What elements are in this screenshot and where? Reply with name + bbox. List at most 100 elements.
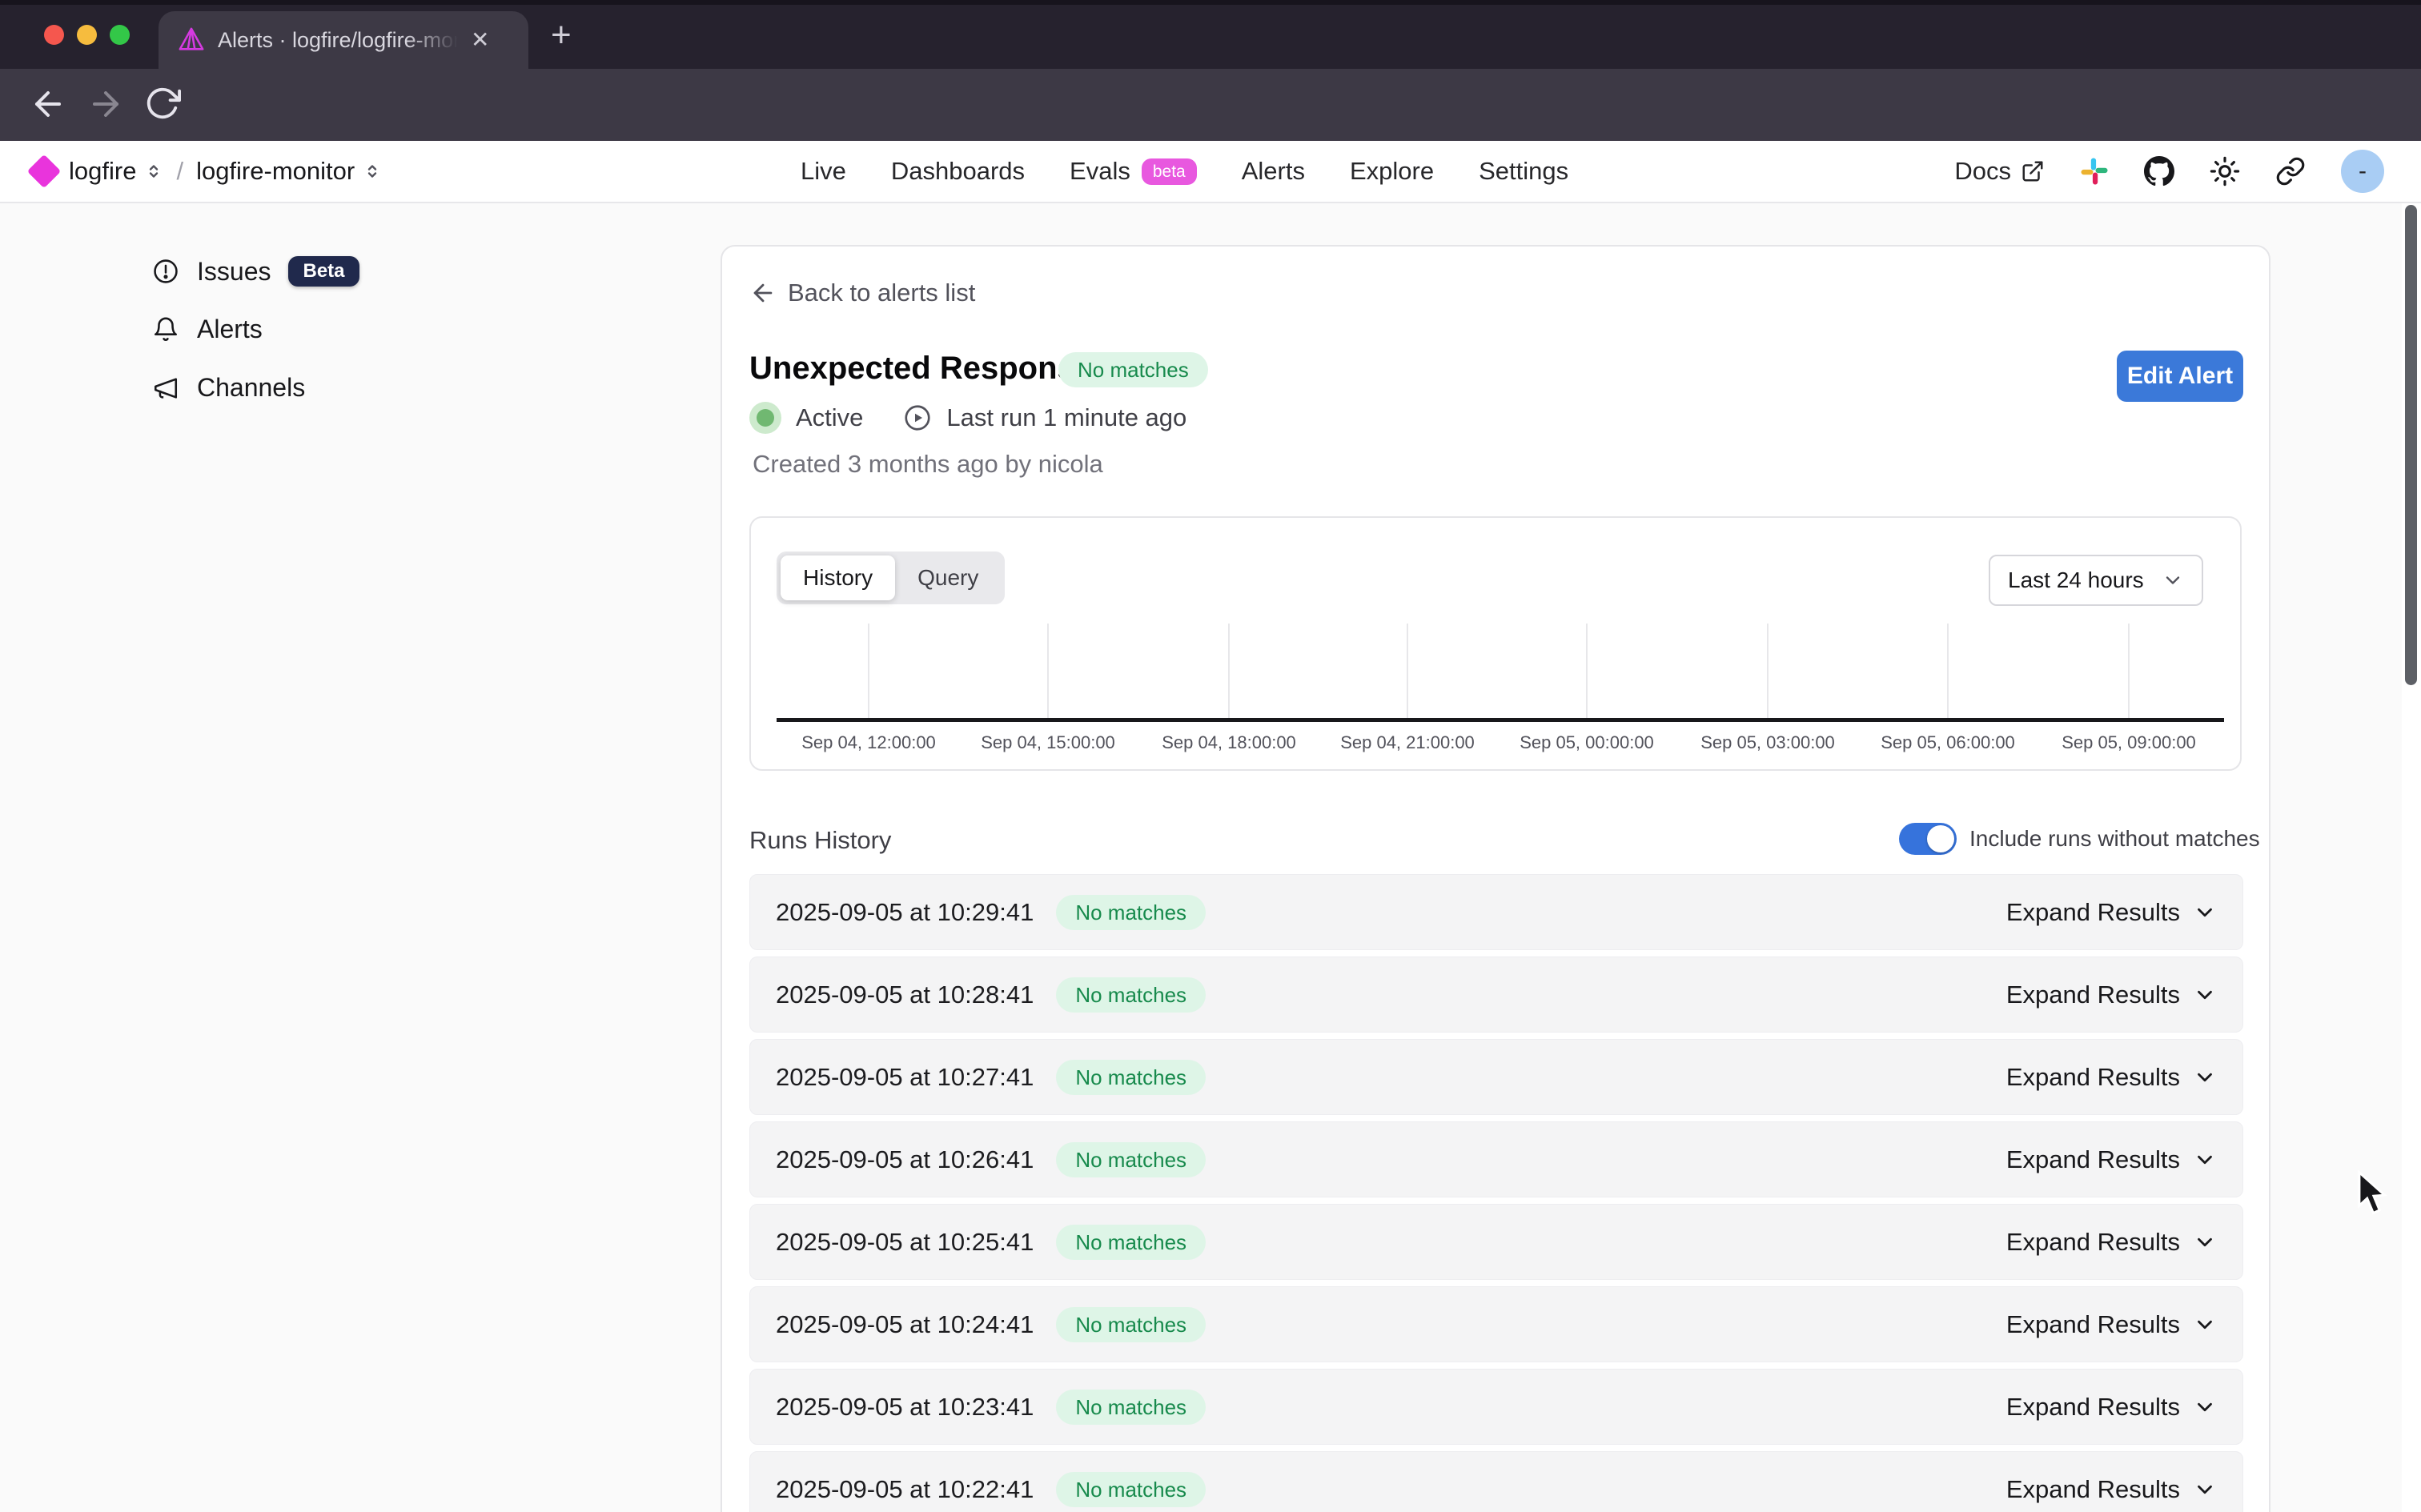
browser-tab[interactable]: Alerts · logfire/logfire-monitor ✕ [159, 11, 528, 69]
tab-title: Alerts · logfire/logfire-monitor [218, 28, 458, 53]
run-match-badge: No matches [1056, 1225, 1206, 1260]
run-row: 2025-09-05 at 10:28:41 No matches Expand… [749, 957, 2243, 1033]
chart-x-axis [777, 718, 2224, 722]
edit-alert-button[interactable]: Edit Alert [2117, 351, 2243, 402]
nav-explore[interactable]: Explore [1350, 157, 1434, 186]
created-by-label: Created 3 months ago by nicola [753, 450, 1103, 479]
sidebar-item-label: Issues [197, 257, 271, 287]
logfire-logo-icon [27, 154, 61, 188]
run-row: 2025-09-05 at 10:25:41 No matches Expand… [749, 1204, 2243, 1280]
history-panel: History Query Last 24 hours Sep 04, 12:0… [749, 516, 2242, 771]
macos-close-button[interactable] [44, 25, 64, 45]
run-match-badge: No matches [1056, 1472, 1206, 1507]
expand-results-button[interactable]: Expand Results [2006, 1310, 2217, 1339]
run-timestamp: 2025-09-05 at 10:26:41 [776, 1145, 1034, 1174]
run-match-badge: No matches [1056, 895, 1206, 930]
x-tick-label: Sep 04, 18:00:00 [1138, 732, 1319, 753]
breadcrumb-separator: / [176, 157, 183, 186]
expand-results-button[interactable]: Expand Results [2006, 1228, 2217, 1257]
chart-gridline [1047, 624, 1049, 718]
run-row: 2025-09-05 at 10:23:41 No matches Expand… [749, 1369, 2243, 1445]
nav-live[interactable]: Live [801, 157, 846, 186]
screenshot-root: Alerts · logfire/logfire-monitor ✕ + log… [0, 0, 2421, 1512]
chevron-down-icon [2193, 1478, 2217, 1502]
run-timestamp: 2025-09-05 at 10:27:41 [776, 1063, 1034, 1092]
page-title: Unexpected Responses [749, 351, 1110, 387]
org-selector[interactable]: logfire [69, 157, 163, 186]
header-actions: Docs - [1954, 141, 2384, 202]
play-circle-icon [903, 403, 932, 432]
github-icon[interactable] [2144, 156, 2174, 186]
tab-close-icon[interactable]: ✕ [471, 29, 489, 51]
bell-icon [152, 316, 179, 343]
megaphone-icon [152, 375, 179, 402]
user-avatar[interactable]: - [2341, 150, 2384, 193]
sidebar-item-channels[interactable]: Channels [152, 373, 305, 403]
run-row: 2025-09-05 at 10:26:41 No matches Expand… [749, 1121, 2243, 1197]
scrollbar-thumb[interactable] [2405, 205, 2417, 685]
sidebar-item-label: Alerts [197, 315, 263, 344]
active-label: Active [796, 403, 863, 432]
chevron-down-icon [2193, 983, 2217, 1007]
include-runs-toggle[interactable] [1899, 823, 1957, 855]
forward-icon[interactable] [86, 85, 125, 123]
issues-beta-badge: Beta [288, 256, 359, 287]
expand-results-button[interactable]: Expand Results [2006, 1393, 2217, 1422]
docs-link[interactable]: Docs [1954, 157, 2045, 186]
project-selector[interactable]: logfire-monitor [196, 157, 382, 186]
chevron-down-icon [2193, 900, 2217, 924]
run-match-badge: No matches [1056, 1307, 1206, 1342]
back-to-alerts-link[interactable]: Back to alerts list [749, 279, 975, 307]
tab-history[interactable]: History [781, 555, 895, 600]
expand-results-button[interactable]: Expand Results [2006, 1063, 2217, 1092]
expand-results-button[interactable]: Expand Results [2006, 981, 2217, 1009]
sidebar-item-label: Channels [197, 373, 305, 403]
chevron-down-icon [2193, 1395, 2217, 1419]
run-row: 2025-09-05 at 10:29:41 No matches Expand… [749, 874, 2243, 950]
share-link-icon[interactable] [2275, 156, 2306, 186]
macos-minimize-button[interactable] [77, 25, 97, 45]
expand-results-button[interactable]: Expand Results [2006, 1145, 2217, 1174]
favicon-logfire-icon [178, 26, 205, 54]
browser-toolbar: logfire-us.pydantic.dev/logfire/logfire-… [0, 69, 2421, 141]
nav-alerts[interactable]: Alerts [1242, 157, 1305, 186]
theme-sun-icon[interactable] [2210, 156, 2240, 186]
primary-nav: Live Dashboards Evalsbeta Alerts Explore… [801, 141, 1568, 202]
browser-tab-bar: Alerts · logfire/logfire-monitor ✕ + [0, 0, 2421, 69]
run-match-badge: No matches [1056, 1060, 1206, 1095]
app-header: logfire / logfire-monitor Live Dashboard… [0, 141, 2421, 203]
expand-results-button[interactable]: Expand Results [2006, 898, 2217, 927]
chevron-down-icon [2193, 1313, 2217, 1337]
nav-evals[interactable]: Evalsbeta [1070, 157, 1197, 186]
tab-query[interactable]: Query [895, 555, 1001, 600]
time-range-value: Last 24 hours [2008, 568, 2144, 593]
chevron-updown-icon [363, 162, 382, 181]
reload-icon[interactable] [144, 85, 181, 122]
run-match-badge: No matches [1056, 977, 1206, 1013]
run-row: 2025-09-05 at 10:27:41 No matches Expand… [749, 1039, 2243, 1115]
alert-status-badge: No matches [1058, 352, 1208, 387]
external-link-icon [2021, 159, 2045, 183]
runs-history-heading: Runs History [749, 826, 891, 855]
chart-gridline [1228, 624, 1230, 718]
expand-results-button[interactable]: Expand Results [2006, 1475, 2217, 1504]
slack-icon[interactable] [2080, 157, 2109, 186]
new-tab-button[interactable]: + [551, 18, 572, 53]
run-timestamp: 2025-09-05 at 10:24:41 [776, 1310, 1034, 1339]
evals-beta-badge: beta [1142, 158, 1197, 185]
include-runs-toggle-row: Include runs without matches [1899, 823, 2260, 855]
chevron-down-icon [2193, 1065, 2217, 1089]
nav-dashboards[interactable]: Dashboards [891, 157, 1025, 186]
chevron-down-icon [2162, 569, 2184, 592]
sidebar-item-issues[interactable]: Issues Beta [152, 256, 359, 287]
nav-settings[interactable]: Settings [1479, 157, 1568, 186]
run-match-badge: No matches [1056, 1390, 1206, 1425]
macos-zoom-button[interactable] [110, 25, 130, 45]
sidebar-item-alerts[interactable]: Alerts [152, 315, 263, 344]
breadcrumb: logfire / logfire-monitor [32, 141, 382, 202]
back-icon[interactable] [29, 85, 67, 123]
time-range-select[interactable]: Last 24 hours [1989, 555, 2203, 606]
history-query-tabs: History Query [777, 551, 1005, 604]
x-tick-label: Sep 04, 12:00:00 [778, 732, 959, 753]
org-name: logfire [69, 157, 136, 186]
